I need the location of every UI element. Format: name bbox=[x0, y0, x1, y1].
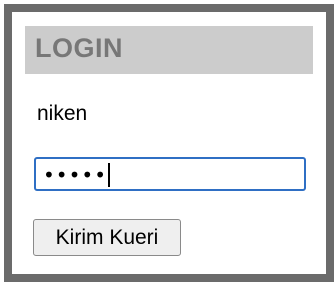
password-value: ••••• bbox=[43, 162, 110, 189]
login-title: LOGIN bbox=[35, 33, 123, 63]
login-panel: LOGIN niken ••••• Kirim Kueri bbox=[4, 4, 334, 282]
password-input[interactable]: ••••• bbox=[34, 157, 306, 191]
password-mask: ••••• bbox=[43, 163, 107, 187]
username-field[interactable]: niken bbox=[37, 102, 87, 126]
text-caret bbox=[107, 162, 110, 187]
submit-button[interactable]: Kirim Kueri bbox=[33, 219, 181, 256]
login-header: LOGIN bbox=[25, 26, 313, 74]
